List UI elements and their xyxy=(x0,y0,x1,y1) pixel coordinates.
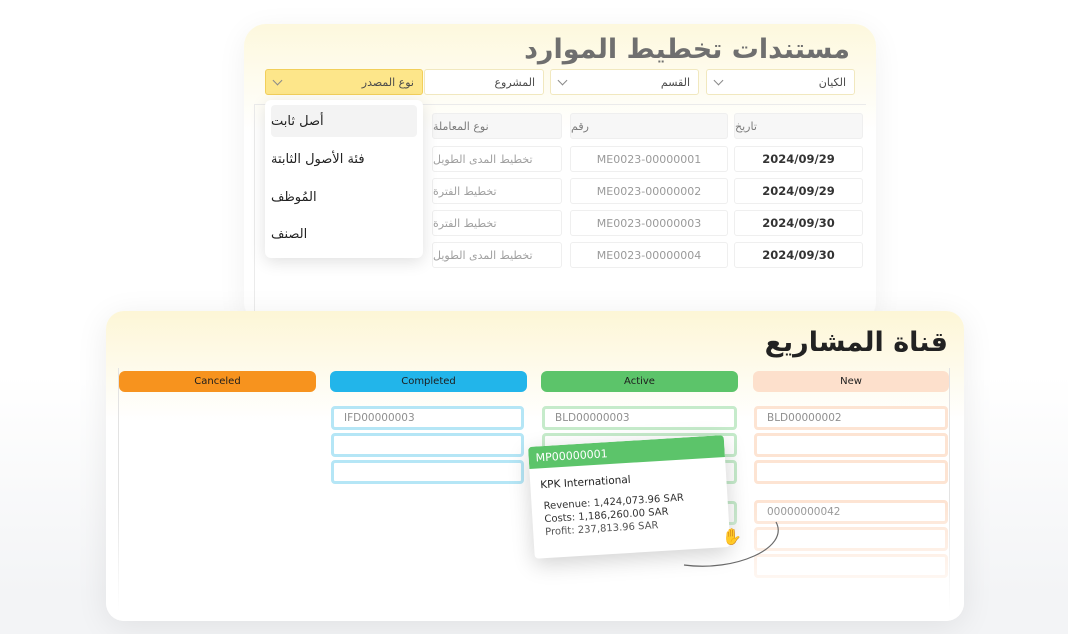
column-header-number[interactable]: رقم xyxy=(570,113,728,139)
source-type-filter-label: نوع المصدر xyxy=(361,75,414,89)
divider xyxy=(254,104,255,324)
project-filter[interactable]: المشروع xyxy=(424,69,544,95)
table-cell-number[interactable]: ME0023-00000003 xyxy=(570,210,728,236)
column-canceled[interactable]: Canceled xyxy=(119,371,316,392)
pipeline-card[interactable] xyxy=(331,460,524,484)
pipeline-card[interactable]: IFD00000003 xyxy=(331,406,524,430)
dropdown-option-item[interactable]: الصنف xyxy=(271,218,417,250)
table-cell-number[interactable]: ME0023-00000001 xyxy=(570,146,728,172)
column-completed[interactable]: Completed xyxy=(330,371,527,392)
chevron-down-icon xyxy=(557,75,568,85)
table-cell-type[interactable]: تخطيط المدى الطويل xyxy=(432,146,562,172)
dropdown-option-asset-category[interactable]: فئة الأصول الثابتة xyxy=(271,143,417,175)
table-cell-type[interactable]: تخطيط المدى الطويل xyxy=(432,242,562,268)
entity-filter[interactable]: الكيان xyxy=(706,69,855,95)
source-type-filter[interactable]: نوع المصدر xyxy=(265,69,423,95)
department-filter[interactable]: القسم xyxy=(550,69,699,95)
page-title: مستندات تخطيط الموارد xyxy=(524,34,850,65)
pipeline-card[interactable] xyxy=(331,433,524,457)
dragged-project-card[interactable]: MP00000001 KPK International Revenue: 1,… xyxy=(528,435,731,559)
pipeline-card[interactable]: BLD00000002 xyxy=(754,406,948,430)
table-cell-date[interactable]: 2024/09/29 xyxy=(734,178,863,204)
project-filter-label: المشروع xyxy=(494,75,535,89)
department-filter-label: القسم xyxy=(660,75,690,89)
table-cell-type[interactable]: تخطيط الفترة xyxy=(432,210,562,236)
pipeline-title: قناة المشاريع xyxy=(764,327,948,358)
pipeline-card[interactable] xyxy=(754,433,948,457)
column-new[interactable]: New xyxy=(753,371,949,392)
dropdown-option-employee[interactable]: المُوظف xyxy=(271,181,417,213)
dropdown-option-fixed-asset[interactable]: أصل ثابت xyxy=(271,105,417,137)
table-cell-date[interactable]: 2024/09/30 xyxy=(734,210,863,236)
column-header-date[interactable]: تاريخ xyxy=(734,113,863,139)
column-header-transaction-type[interactable]: نوع المعاملة xyxy=(432,113,562,139)
hand-pointer-icon: ✋ xyxy=(722,527,742,546)
column-active[interactable]: Active xyxy=(541,371,738,392)
table-cell-date[interactable]: 2024/09/29 xyxy=(734,146,863,172)
entity-filter-label: الكيان xyxy=(818,75,846,89)
pipeline-card[interactable] xyxy=(754,460,948,484)
chevron-down-icon xyxy=(713,75,724,85)
table-cell-date[interactable]: 2024/09/30 xyxy=(734,242,863,268)
table-cell-type[interactable]: تخطيط الفترة xyxy=(432,178,562,204)
chevron-down-icon xyxy=(272,75,283,85)
table-cell-number[interactable]: ME0023-00000004 xyxy=(570,242,728,268)
pipeline-card[interactable]: BLD00000003 xyxy=(542,406,737,430)
source-type-dropdown: أصل ثابت فئة الأصول الثابتة المُوظف الصن… xyxy=(265,100,423,258)
table-cell-number[interactable]: ME0023-00000002 xyxy=(570,178,728,204)
